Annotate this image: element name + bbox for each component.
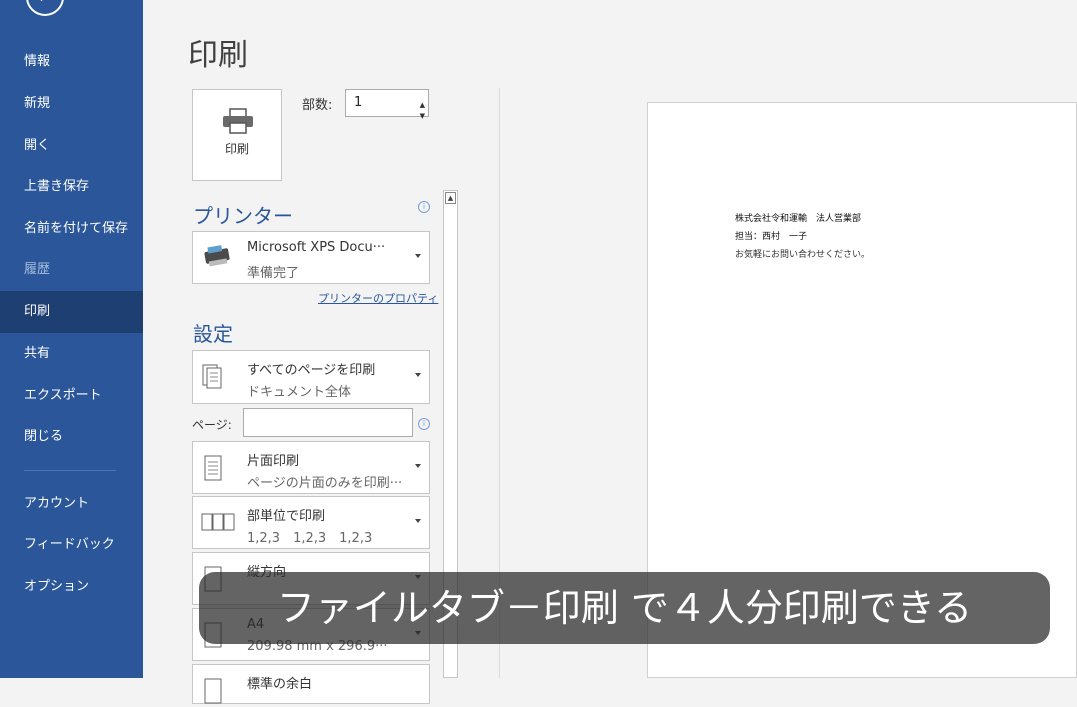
info-icon[interactable]: i — [418, 418, 430, 430]
printer-section-title: プリンター — [193, 204, 293, 228]
printer-properties-link[interactable]: プリンターのプロパティ — [318, 290, 438, 306]
nav-print[interactable]: 印刷 — [0, 291, 143, 333]
print-range-main: すべてのページを印刷 — [247, 363, 376, 378]
margins-icon — [204, 678, 222, 704]
nav-account[interactable]: アカウント — [0, 483, 143, 525]
back-arrow-icon[interactable]: ← — [26, 0, 64, 16]
pages-input[interactable] — [243, 408, 413, 437]
sides-dropdown[interactable]: 片面印刷 ページの片面のみを印刷··· — [192, 441, 430, 494]
chevron-down-icon — [415, 464, 421, 468]
print-range-dropdown[interactable]: すべてのページを印刷 ドキュメント全体 — [192, 350, 430, 404]
collate-sub: 1,2,3 1,2,3 1,2,3 — [247, 531, 373, 546]
collate-icon — [201, 513, 235, 531]
nav-feedback[interactable]: フィードバック — [0, 524, 143, 566]
preview-message-line: お気軽にお問い合わせください。 — [735, 250, 871, 260]
nav-history: 履歴 — [24, 262, 51, 277]
single-side-icon — [204, 455, 222, 481]
stepper-down-icon[interactable]: ▼ — [420, 103, 425, 129]
caption-overlay: ファイルタブ－印刷 で４人分印刷できる — [199, 572, 1050, 644]
printer-device-icon — [204, 245, 230, 267]
nav-info[interactable]: 情報 — [0, 41, 143, 83]
page-title: 印刷 — [188, 38, 248, 73]
nav-save-as[interactable]: 名前を付けて保存 — [0, 208, 143, 250]
sides-sub: ページの片面のみを印刷··· — [247, 476, 403, 491]
nav-options[interactable]: オプション — [0, 566, 143, 608]
printer-status: 準備完了 — [247, 266, 300, 281]
copies-value: 1 — [354, 95, 363, 110]
nav-save[interactable]: 上書き保存 — [0, 166, 143, 208]
printer-name: Microsoft XPS Docu··· — [247, 240, 386, 255]
chevron-down-icon — [415, 373, 421, 377]
pages-icon — [202, 364, 222, 389]
nav-divider — [24, 470, 116, 471]
scroll-up-icon[interactable]: ▲ — [445, 192, 456, 204]
copies-stepper[interactable]: 1 ▲ ▼ — [345, 89, 429, 120]
settings-section-title: 設定 — [193, 322, 233, 346]
printer-icon — [223, 108, 253, 134]
info-icon[interactable]: i — [418, 201, 430, 213]
nav-export[interactable]: エクスポート — [0, 375, 143, 417]
print-button-label: 印刷 — [224, 142, 249, 156]
collate-dropdown[interactable]: 部単位で印刷 1,2,3 1,2,3 1,2,3 — [192, 496, 430, 549]
margins-main: 標準の余白 — [247, 677, 313, 692]
sides-main: 片面印刷 — [247, 454, 300, 469]
chevron-down-icon — [415, 519, 421, 523]
preview-company-line: 株式会社令和運輸 法人営業部 — [735, 214, 862, 224]
printer-dropdown[interactable]: Microsoft XPS Docu··· 準備完了 — [192, 231, 430, 284]
margins-dropdown[interactable]: 標準の余白 — [192, 664, 430, 704]
pages-label: ページ: — [192, 418, 232, 432]
chevron-down-icon — [415, 254, 421, 258]
nav-share[interactable]: 共有 — [0, 333, 143, 375]
nav-new[interactable]: 新規 — [0, 83, 143, 125]
preview-contact-line: 担当：西村 一子 — [735, 232, 808, 242]
backstage-sidebar: ← 情報 新規 開く 上書き保存 名前を付けて保存 履歴 印刷 共有 エクスポー… — [0, 0, 143, 678]
copies-label: 部数: — [302, 98, 333, 113]
nav-close[interactable]: 閉じる — [0, 416, 143, 458]
print-button[interactable]: 印刷 — [192, 89, 282, 181]
nav-open[interactable]: 開く — [0, 125, 143, 167]
print-range-sub: ドキュメント全体 — [247, 385, 352, 400]
collate-main: 部単位で印刷 — [247, 509, 326, 524]
